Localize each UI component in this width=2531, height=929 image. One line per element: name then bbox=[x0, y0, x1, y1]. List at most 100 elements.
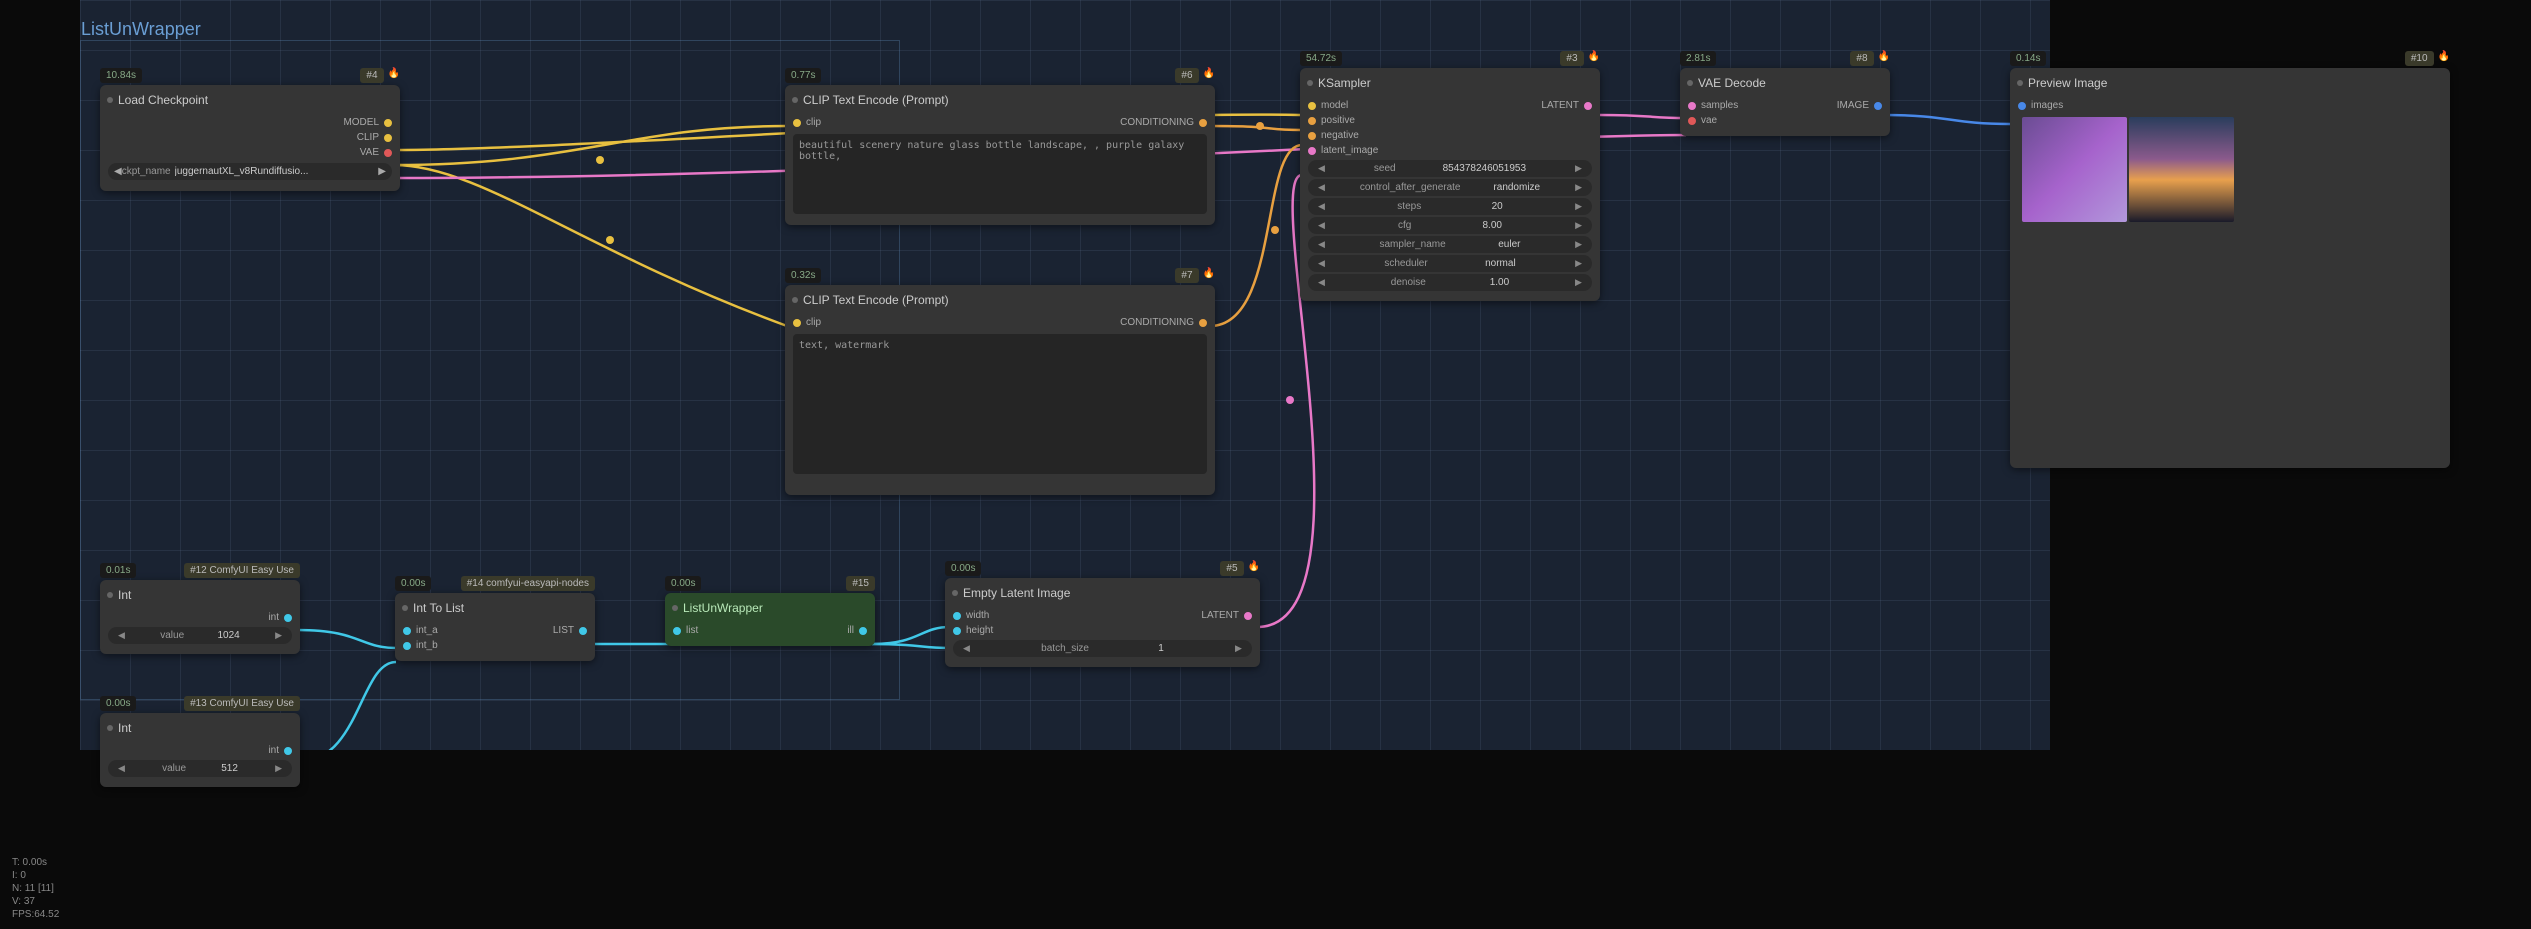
node-int-1[interactable]: 0.01s #12 ComfyUI Easy Use Int int ◀valu… bbox=[100, 580, 300, 654]
node-title: Preview Image bbox=[2010, 68, 2450, 96]
seed-widget[interactable]: ◀seed854378246051953▶ bbox=[1308, 160, 1592, 177]
prompt-textarea[interactable]: text, watermark bbox=[793, 334, 1207, 474]
cfg-widget[interactable]: ◀cfg8.00▶ bbox=[1308, 217, 1592, 234]
time-badge: 0.00s bbox=[665, 576, 701, 591]
input-dot[interactable] bbox=[793, 319, 801, 327]
input-dot[interactable] bbox=[2018, 102, 2026, 110]
time-badge: 0.00s bbox=[100, 696, 136, 711]
node-load-checkpoint[interactable]: 10.84s #4 🔥 Load Checkpoint MODEL CLIP V… bbox=[100, 85, 400, 191]
prompt-textarea[interactable]: beautiful scenery nature glass bottle la… bbox=[793, 134, 1207, 214]
output-dot[interactable] bbox=[1874, 102, 1882, 110]
denoise-widget[interactable]: ◀denoise1.00▶ bbox=[1308, 274, 1592, 291]
input-dot[interactable] bbox=[1308, 102, 1316, 110]
node-id-badge: #4 bbox=[360, 68, 383, 83]
node-id-badge: #3 bbox=[1560, 51, 1583, 66]
output-dot[interactable] bbox=[1244, 612, 1252, 620]
fire-icon: 🔥 bbox=[1248, 561, 1260, 576]
output-dot[interactable] bbox=[1199, 119, 1207, 127]
node-title: ListUnWrapper bbox=[665, 593, 875, 621]
output-dot[interactable] bbox=[284, 614, 292, 622]
output-dot[interactable] bbox=[284, 747, 292, 755]
fire-icon: 🔥 bbox=[2438, 51, 2450, 66]
time-badge: 0.00s bbox=[945, 561, 981, 576]
input-dot[interactable] bbox=[1688, 117, 1696, 125]
output-label: CONDITIONING bbox=[1120, 317, 1194, 328]
node-clip-negative[interactable]: 0.32s #7 🔥 CLIP Text Encode (Prompt) cli… bbox=[785, 285, 1215, 495]
input-dot[interactable] bbox=[793, 119, 801, 127]
fire-icon: 🔥 bbox=[1878, 51, 1890, 66]
input-label: latent_image bbox=[1321, 145, 1378, 156]
output-dot[interactable] bbox=[1199, 319, 1207, 327]
node-int-to-list[interactable]: 0.00s #14 comfyui-easyapi-nodes Int To L… bbox=[395, 593, 595, 661]
node-id-badge: #5 bbox=[1220, 561, 1243, 576]
node-id-badge: #6 bbox=[1175, 68, 1198, 83]
output-dot[interactable] bbox=[384, 134, 392, 142]
scheduler-widget[interactable]: ◀schedulernormal▶ bbox=[1308, 255, 1592, 272]
value-widget[interactable]: ◀value1024▶ bbox=[108, 627, 292, 644]
output-dot[interactable] bbox=[384, 149, 392, 157]
input-dot[interactable] bbox=[953, 612, 961, 620]
node-title: Int bbox=[100, 580, 300, 608]
node-vae-decode[interactable]: 2.81s #8 🔥 VAE Decode samples IMAGE vae bbox=[1680, 68, 1890, 136]
input-label: width bbox=[966, 610, 989, 621]
output-label: VAE bbox=[360, 147, 379, 158]
time-badge: 10.84s bbox=[100, 68, 142, 83]
batch-widget[interactable]: ◀batch_size1▶ bbox=[953, 640, 1252, 657]
output-dot[interactable] bbox=[1584, 102, 1592, 110]
node-ksampler[interactable]: 54.72s #3 🔥 KSampler model LATENT positi… bbox=[1300, 68, 1600, 301]
ckpt-combo[interactable]: ◀ ckpt_name juggernautXL_v8Rundiffusio..… bbox=[108, 163, 392, 180]
output-dot[interactable] bbox=[859, 627, 867, 635]
node-int-2[interactable]: 0.00s #13 ComfyUI Easy Use Int int ◀valu… bbox=[100, 713, 300, 787]
input-label: images bbox=[2031, 100, 2063, 111]
node-empty-latent[interactable]: 0.00s #5 🔥 Empty Latent Image width LATE… bbox=[945, 578, 1260, 667]
output-label: LIST bbox=[553, 625, 574, 636]
input-dot[interactable] bbox=[1308, 147, 1316, 155]
node-id-badge: #14 comfyui-easyapi-nodes bbox=[461, 576, 595, 591]
debug-stats: T: 0.00s I: 0 N: 11 [11] V: 37 FPS:64.52 bbox=[12, 856, 59, 921]
input-label: clip bbox=[806, 317, 821, 328]
output-label: int bbox=[268, 745, 279, 756]
output-dot[interactable] bbox=[579, 627, 587, 635]
steps-widget[interactable]: ◀steps20▶ bbox=[1308, 198, 1592, 215]
preview-thumbnail[interactable] bbox=[2022, 117, 2127, 222]
output-label: MODEL bbox=[343, 117, 379, 128]
node-clip-positive[interactable]: 0.77s #6 🔥 CLIP Text Encode (Prompt) cli… bbox=[785, 85, 1215, 225]
chevron-left-icon[interactable]: ◀ bbox=[114, 166, 122, 177]
preview-thumbnail[interactable] bbox=[2129, 117, 2234, 222]
node-id-badge: #15 bbox=[846, 576, 875, 591]
node-preview-image[interactable]: 0.14s #10 🔥 Preview Image images bbox=[2010, 68, 2450, 468]
fire-icon: 🔥 bbox=[388, 68, 400, 83]
node-list-unwrapper[interactable]: 0.00s #15 ListUnWrapper list ill bbox=[665, 593, 875, 646]
output-dot[interactable] bbox=[384, 119, 392, 127]
node-title: VAE Decode bbox=[1680, 68, 1890, 96]
input-dot[interactable] bbox=[403, 627, 411, 635]
input-dot[interactable] bbox=[1308, 117, 1316, 125]
fire-icon: 🔥 bbox=[1588, 51, 1600, 66]
value-widget[interactable]: ◀value512▶ bbox=[108, 760, 292, 777]
sampler-widget[interactable]: ◀sampler_nameeuler▶ bbox=[1308, 236, 1592, 253]
input-label: int_b bbox=[416, 640, 438, 651]
fire-icon: 🔥 bbox=[1203, 68, 1215, 83]
node-id-badge: #7 bbox=[1175, 268, 1198, 283]
input-dot[interactable] bbox=[1308, 132, 1316, 140]
output-label: IMAGE bbox=[1837, 100, 1869, 111]
chevron-right-icon[interactable]: ▶ bbox=[378, 166, 386, 177]
graph-canvas[interactable]: ListUnWrapper 10.84s #4 🔥 Load Checkp bbox=[80, 0, 2050, 750]
time-badge: 0.32s bbox=[785, 268, 821, 283]
node-title: Load Checkpoint bbox=[100, 85, 400, 113]
input-label: model bbox=[1321, 100, 1348, 111]
input-dot[interactable] bbox=[673, 627, 681, 635]
time-badge: 54.72s bbox=[1300, 51, 1342, 66]
output-label: LATENT bbox=[1541, 100, 1579, 111]
input-label: negative bbox=[1321, 130, 1359, 141]
node-title: CLIP Text Encode (Prompt) bbox=[785, 285, 1215, 313]
node-title: CLIP Text Encode (Prompt) bbox=[785, 85, 1215, 113]
input-label: list bbox=[686, 625, 698, 636]
fire-icon: 🔥 bbox=[1203, 268, 1215, 283]
node-id-badge: #10 bbox=[2405, 51, 2434, 66]
input-dot[interactable] bbox=[1688, 102, 1696, 110]
node-title: KSampler bbox=[1300, 68, 1600, 96]
control-widget[interactable]: ◀control_after_generaterandomize▶ bbox=[1308, 179, 1592, 196]
input-dot[interactable] bbox=[953, 627, 961, 635]
input-dot[interactable] bbox=[403, 642, 411, 650]
